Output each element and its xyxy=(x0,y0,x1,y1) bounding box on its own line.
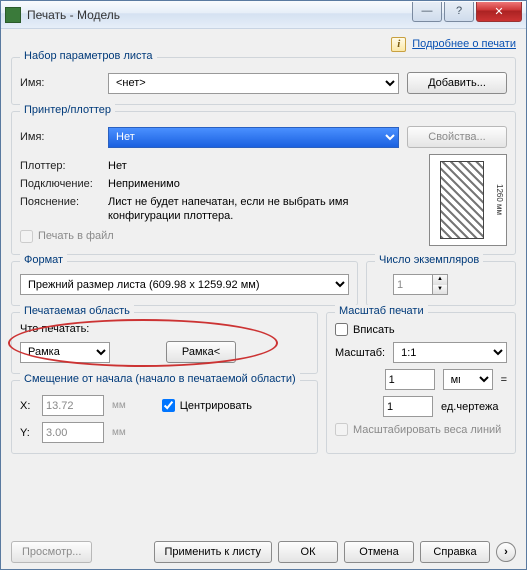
ok-button[interactable]: ОК xyxy=(278,541,338,563)
offset-y-unit: мм xyxy=(112,427,126,438)
scale-legend: Масштаб печати xyxy=(335,305,428,317)
printer-group: Принтер/плоттер Имя: Нет Свойства... Пло… xyxy=(11,111,516,255)
scale-unit-select[interactable]: мм xyxy=(443,369,493,390)
conn-label: Подключение: xyxy=(20,178,100,190)
what-print-label: Что печатать: xyxy=(20,323,309,335)
scale-select[interactable]: 1:1 xyxy=(393,342,507,363)
printer-props-button[interactable]: Свойства... xyxy=(407,126,507,148)
copies-down[interactable]: ▼ xyxy=(433,285,447,295)
help-button[interactable]: ? xyxy=(444,2,474,22)
scale-label: Масштаб: xyxy=(335,347,385,359)
help-footer-button[interactable]: Справка xyxy=(420,541,490,563)
dialog-footer: Просмотр... Применить к листу ОК Отмена … xyxy=(1,541,526,563)
close-button[interactable]: ✕ xyxy=(476,2,522,22)
pageset-legend: Набор параметров листа xyxy=(20,50,157,62)
format-select[interactable]: Прежний размер листа (609.98 x 1259.92 м… xyxy=(20,274,349,295)
what-print-select[interactable]: Рамка xyxy=(20,342,110,363)
pageset-name-label: Имя: xyxy=(20,77,100,89)
center-label: Центрировать xyxy=(180,400,252,412)
plotter-value: Нет xyxy=(108,160,127,172)
cancel-button[interactable]: Отмена xyxy=(344,541,414,563)
copies-group: Число экземпляров ▲▼ xyxy=(366,261,516,306)
print-to-file-checkbox[interactable] xyxy=(20,230,33,243)
add-pageset-button[interactable]: Добавить... xyxy=(407,72,507,94)
copies-legend: Число экземпляров xyxy=(375,254,483,266)
learn-more-link[interactable]: Подробнее о печати xyxy=(412,38,516,50)
pageset-name-select[interactable]: <нет> xyxy=(108,73,399,94)
format-group: Формат Прежний размер листа (609.98 x 12… xyxy=(11,261,358,306)
scale-weights-checkbox[interactable] xyxy=(335,423,348,436)
desc-label: Пояснение: xyxy=(20,196,100,208)
format-legend: Формат xyxy=(20,254,67,266)
print-area-group: Печатаемая область Что печатать: Рамка Р… xyxy=(11,312,318,374)
expand-dialog-button[interactable]: › xyxy=(496,542,516,562)
copies-up[interactable]: ▲ xyxy=(433,275,447,285)
fit-checkbox[interactable] xyxy=(335,323,348,336)
offset-x-label: X: xyxy=(20,400,34,412)
frame-pick-button[interactable]: Рамка< xyxy=(166,341,236,363)
scale-numerator-input[interactable] xyxy=(385,369,435,390)
window-title: Печать - Модель xyxy=(27,8,412,22)
offset-x-input[interactable] xyxy=(42,395,104,416)
offset-y-label: Y: xyxy=(20,427,34,439)
copies-input[interactable] xyxy=(393,274,433,295)
print-dialog: Печать - Модель — ? ✕ i Подробнее о печа… xyxy=(0,0,527,570)
scale-weights-label: Масштабировать веса линий xyxy=(353,424,501,436)
paper-preview: 1260 мм xyxy=(429,154,507,246)
offset-x-unit: мм xyxy=(112,400,126,411)
offset-group: Смещение от начала (начало в печатаемой … xyxy=(11,380,318,454)
center-checkbox[interactable] xyxy=(162,399,175,412)
info-icon: i xyxy=(391,37,406,52)
drawing-unit-label: ед.чертежа xyxy=(441,401,507,413)
fit-label: Вписать xyxy=(353,324,395,336)
plotter-label: Плоттер: xyxy=(20,160,100,172)
equals-sign: = xyxy=(501,374,507,386)
conn-value: Неприменимо xyxy=(108,178,180,190)
pageset-group: Набор параметров листа Имя: <нет> Добави… xyxy=(11,57,516,105)
titlebar: Печать - Модель — ? ✕ xyxy=(1,1,526,29)
printer-name-label: Имя: xyxy=(20,131,100,143)
offset-y-input[interactable] xyxy=(42,422,104,443)
printer-legend: Принтер/плоттер xyxy=(20,104,115,116)
minimize-button[interactable]: — xyxy=(412,2,442,22)
offset-legend: Смещение от начала (начало в печатаемой … xyxy=(20,373,300,385)
print-to-file-label: Печать в файл xyxy=(38,230,114,242)
printer-name-select[interactable]: Нет xyxy=(108,127,399,148)
paper-preview-dim: 1260 мм xyxy=(488,165,504,235)
desc-value: Лист не будет напечатан, если не выбрать… xyxy=(108,196,419,224)
scale-group: Масштаб печати Вписать Масштаб: 1:1 мм =… xyxy=(326,312,516,454)
area-legend: Печатаемая область xyxy=(20,305,134,317)
apply-to-layout-button[interactable]: Применить к листу xyxy=(154,541,273,563)
app-icon xyxy=(5,7,21,23)
scale-denominator-input[interactable] xyxy=(383,396,433,417)
preview-button[interactable]: Просмотр... xyxy=(11,541,92,563)
